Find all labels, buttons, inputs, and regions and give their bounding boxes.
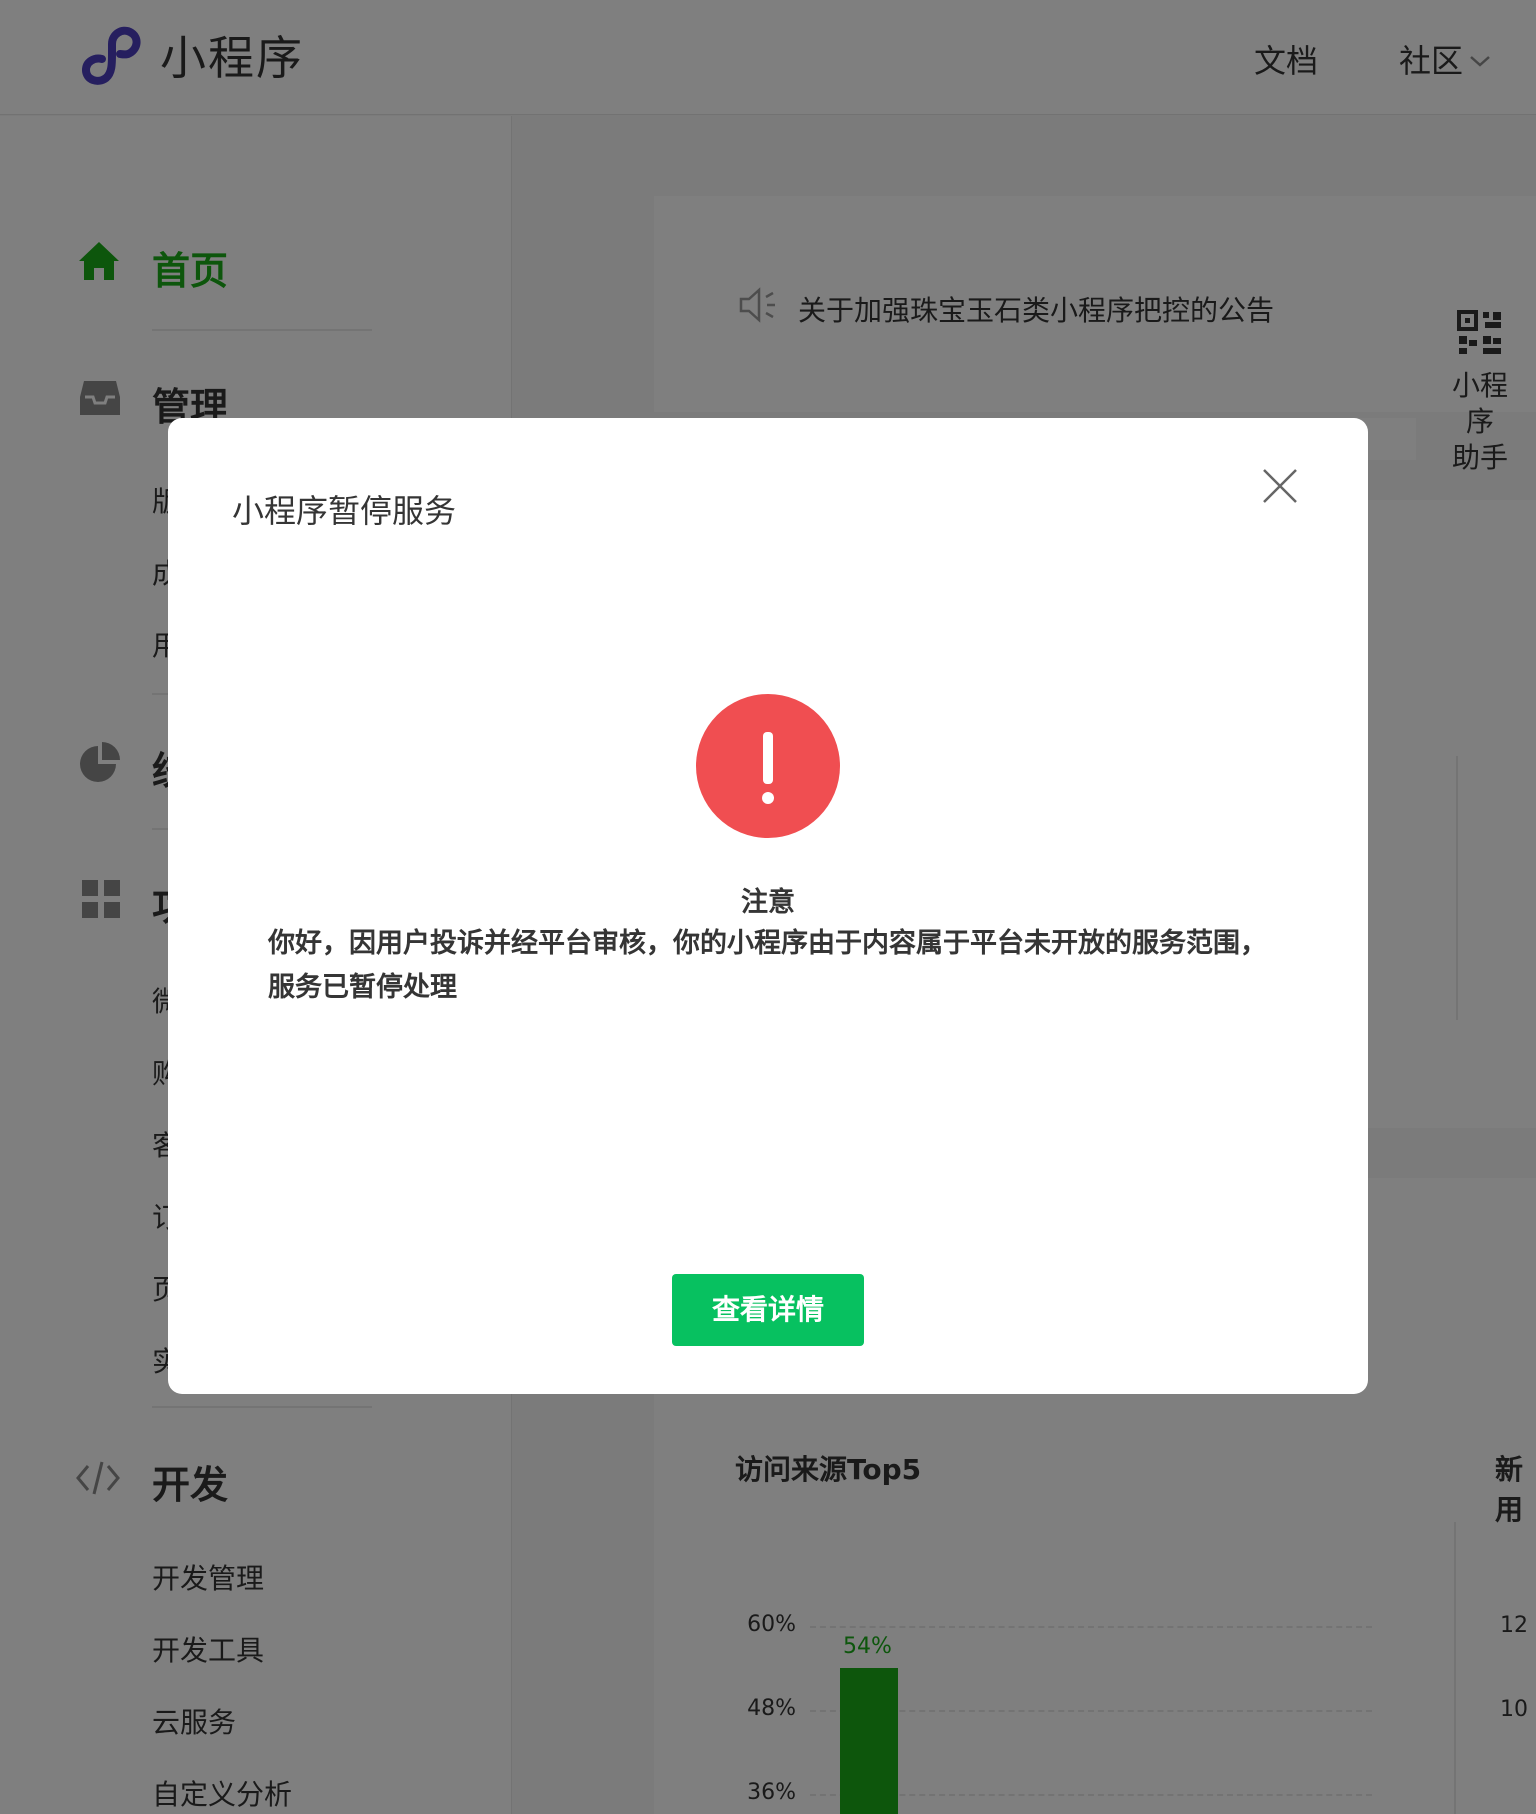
close-icon[interactable] bbox=[1262, 468, 1298, 504]
view-details-button[interactable]: 查看详情 bbox=[672, 1274, 864, 1346]
warning-title: 注意 bbox=[741, 887, 795, 918]
warning-icon bbox=[696, 694, 840, 838]
suspension-dialog: 小程序暂停服务 注意 你好，因用户投诉并经平台审核，你的小程序由于内容属于平台未… bbox=[168, 418, 1368, 1394]
dialog-title: 小程序暂停服务 bbox=[232, 492, 457, 530]
warning-message: 你好，因用户投诉并经平台审核，你的小程序由于内容属于平台未开放的服务范围，服务已… bbox=[268, 928, 1267, 1003]
